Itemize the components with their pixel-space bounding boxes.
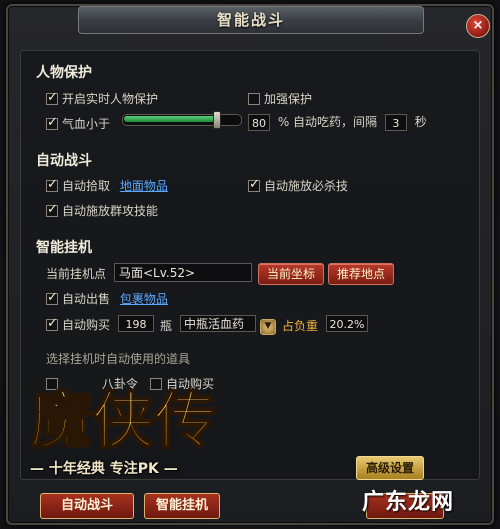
auto-buy-checkbox[interactable]: [46, 316, 58, 331]
auto-aoe-skill-option[interactable]: 自动施放群攻技能: [46, 202, 158, 219]
buy-quantity-input[interactable]: 198: [118, 315, 154, 332]
interval-input[interactable]: 3: [384, 114, 407, 131]
smart-hangup-button[interactable]: 智能挂机: [144, 493, 220, 519]
auto-sell-option[interactable]: 自动出售 包裹物品: [46, 290, 168, 307]
auto-buy-label: 自动购买: [62, 318, 111, 332]
chevron-down-icon: ▼: [260, 318, 276, 335]
close-button[interactable]: ×: [466, 14, 490, 38]
auto-sell-label: 自动出售: [62, 292, 111, 306]
ground-items-link[interactable]: 地面物品: [120, 179, 168, 193]
enhanced-protect-option[interactable]: 加强保护: [248, 90, 312, 107]
auto-potion-row: 80 % 自动吃药，间隔 3 秒: [248, 113, 427, 131]
auto-battle-button[interactable]: 自动战斗: [40, 493, 134, 519]
section-title-protect: 人物保护: [36, 65, 92, 81]
hangup-point-label: 当前挂机点: [46, 267, 107, 281]
hp-slider[interactable]: [122, 111, 242, 129]
auto-pickup-checkbox[interactable]: [46, 177, 58, 192]
hp-slider-fill: [124, 116, 217, 122]
buy-unit-label: 瓶: [160, 319, 173, 333]
section-title-hangup: 智能挂机: [36, 240, 92, 256]
auto-aoe-skill-label: 自动施放群攻技能: [62, 204, 159, 218]
buy-item-select[interactable]: 中瓶活血药: [180, 315, 256, 332]
hp-threshold-option[interactable]: 气血小于: [46, 115, 110, 132]
auto-kill-skill-option[interactable]: 自动施放必杀技: [248, 177, 348, 194]
enhanced-protect-label: 加强保护: [264, 92, 313, 106]
auto-sell-checkbox[interactable]: [46, 290, 58, 305]
bag-items-link[interactable]: 包裹物品: [120, 292, 168, 306]
interval-unit: 秒: [414, 115, 427, 129]
hp-slider-handle[interactable]: [212, 111, 221, 129]
current-coordinates-button[interactable]: 当前坐标: [258, 263, 324, 285]
weight-label: 占负重: [282, 319, 319, 333]
hp-percent-input[interactable]: 80: [248, 114, 270, 131]
logo-title: 魔侠传: [30, 384, 216, 457]
buy-item-dropdown[interactable]: ▼: [260, 316, 276, 335]
recommend-location-button[interactable]: 推荐地点: [328, 263, 394, 285]
enhanced-protect-checkbox[interactable]: [248, 93, 260, 105]
auto-aoe-skill-checkbox[interactable]: [46, 202, 58, 217]
auto-buy-option[interactable]: 自动购买: [46, 316, 110, 333]
hp-threshold-label: 气血小于: [62, 117, 111, 131]
auto-kill-skill-label: 自动施放必杀技: [264, 179, 349, 193]
logo-slogan: — 十年经典 专注PK —: [30, 461, 178, 477]
section-title-auto-battle: 自动战斗: [36, 153, 92, 169]
advanced-settings-button[interactable]: 高级设置: [356, 456, 424, 480]
site-watermark: 广东龙网: [362, 489, 455, 515]
weight-value: 20.2%: [326, 315, 368, 332]
auto-pickup-label: 自动拾取: [62, 179, 111, 193]
hp-threshold-checkbox[interactable]: [46, 115, 58, 130]
auto-kill-skill-checkbox[interactable]: [248, 177, 260, 192]
window-title: 智能战斗: [78, 6, 424, 34]
realtime-protect-label: 开启实时人物保护: [62, 92, 159, 106]
hangup-point-field[interactable]: 马面<Lv.52>: [114, 263, 252, 282]
auto-potion-label: % 自动吃药，间隔: [277, 115, 378, 129]
realtime-protect-checkbox[interactable]: [46, 90, 58, 105]
realtime-protect-option[interactable]: 开启实时人物保护: [46, 90, 158, 107]
auto-pickup-option[interactable]: 自动拾取 地面物品: [46, 177, 168, 194]
